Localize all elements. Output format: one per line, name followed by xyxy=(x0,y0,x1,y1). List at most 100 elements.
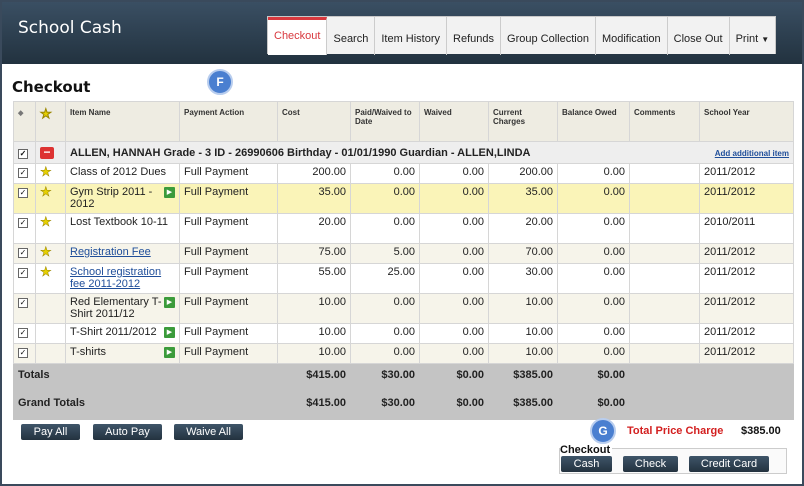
comments[interactable] xyxy=(629,213,700,244)
star-icon[interactable]: ★ xyxy=(40,244,52,259)
header-balance-owed[interactable]: Balance Owed xyxy=(557,101,630,142)
star-icon: ★ xyxy=(40,106,52,121)
row-checkbox[interactable]: ✓ xyxy=(18,298,28,308)
totals-row: Totals $415.00 $30.00 $0.00 $385.00 $0.0… xyxy=(13,363,794,386)
item-name-link[interactable]: School registration fee 2011-2012 xyxy=(70,266,161,290)
star-icon[interactable]: ★ xyxy=(40,164,52,179)
comments[interactable] xyxy=(629,263,700,294)
school-year: 2011/2012 xyxy=(699,243,794,264)
item-name: Class of 2012 Dues xyxy=(65,163,180,184)
grand-totals-filler xyxy=(629,385,794,420)
comments[interactable] xyxy=(629,243,700,264)
tab-search[interactable]: Search xyxy=(327,17,376,55)
callout-marker-f: F xyxy=(207,69,233,95)
row-checkbox[interactable]: ✓ xyxy=(18,328,28,338)
star-icon[interactable]: ★ xyxy=(40,264,52,279)
totals-label: Totals xyxy=(13,363,278,386)
waived: 0.00 xyxy=(419,243,489,264)
row-checkbox[interactable]: ✓ xyxy=(18,168,28,178)
tab-bar: Checkout Search Item History Refunds Gro… xyxy=(267,16,777,55)
expand-arrow-icon[interactable]: ▶ xyxy=(164,347,175,358)
comments[interactable] xyxy=(629,163,700,184)
expand-arrow-icon[interactable]: ▶ xyxy=(164,327,175,338)
comments[interactable] xyxy=(629,183,700,214)
school-year: 2011/2012 xyxy=(699,323,794,344)
check-button[interactable]: Check xyxy=(623,456,678,472)
top-bar: School Cash Checkout Search Item History… xyxy=(2,2,802,64)
balance-owed: 0.00 xyxy=(557,343,630,364)
row-checkbox[interactable]: ✓ xyxy=(18,218,28,228)
current-charges: 35.00 xyxy=(488,183,558,214)
row-checkbox[interactable]: ✓ xyxy=(18,188,28,198)
group-checkbox[interactable]: ✓ xyxy=(18,148,28,159)
comments[interactable] xyxy=(629,323,700,344)
star-icon[interactable]: ★ xyxy=(40,214,52,229)
cost: 10.00 xyxy=(277,343,351,364)
tab-item-history[interactable]: Item History xyxy=(375,17,448,55)
app-title: School Cash xyxy=(18,18,122,38)
tab-group-collection[interactable]: Group Collection xyxy=(501,17,596,55)
school-year: 2011/2012 xyxy=(699,163,794,184)
comments[interactable] xyxy=(629,343,700,364)
school-year: 2011/2012 xyxy=(699,343,794,364)
payment-action[interactable]: Full Payment xyxy=(179,323,278,344)
group-checkbox-cell: ✓ xyxy=(13,141,36,164)
row-checkbox[interactable]: ✓ xyxy=(18,348,28,358)
tab-print[interactable]: Print ▼ xyxy=(730,17,776,55)
row-checkbox[interactable]: ✓ xyxy=(18,248,28,258)
payment-action[interactable]: Full Payment xyxy=(179,213,278,244)
header-comments[interactable]: Comments xyxy=(629,101,700,142)
comments[interactable] xyxy=(629,293,700,324)
tab-close-out[interactable]: Close Out xyxy=(668,17,730,55)
item-name: Gym Strip 2011 - 2012 xyxy=(70,186,153,210)
expand-arrow-icon[interactable]: ▶ xyxy=(164,297,175,308)
item-name: Lost Textbook 10-11 xyxy=(65,213,180,244)
payment-action[interactable]: Full Payment xyxy=(179,263,278,294)
waive-all-button[interactable]: Waive All xyxy=(174,424,243,440)
checkout-panel-label: Checkout xyxy=(560,444,613,456)
payment-action[interactable]: Full Payment xyxy=(179,183,278,214)
item-name-cell: ▶ Gym Strip 2011 - 2012 xyxy=(65,183,180,214)
header-item-name[interactable]: Item Name xyxy=(65,101,180,142)
item-name-cell: ▶ Red Elementary T-Shirt 2011/12 xyxy=(65,293,180,324)
add-additional-item-link[interactable]: Add additional item xyxy=(715,149,789,158)
waived: 0.00 xyxy=(419,163,489,184)
payment-action[interactable]: Full Payment xyxy=(179,343,278,364)
waived: 0.00 xyxy=(419,293,489,324)
cash-button[interactable]: Cash xyxy=(561,456,612,472)
student-info-cell: ALLEN, HANNAH Grade - 3 ID - 26990606 Bi… xyxy=(65,141,794,164)
row-star-cell xyxy=(35,323,66,344)
pay-all-button[interactable]: Pay All xyxy=(21,424,80,440)
payment-action[interactable]: Full Payment xyxy=(179,243,278,264)
header-waived[interactable]: Waived xyxy=(419,101,489,142)
item-name-link[interactable]: Registration Fee xyxy=(70,246,151,258)
expand-arrow-icon[interactable]: ▶ xyxy=(164,187,175,198)
cost: 200.00 xyxy=(277,163,351,184)
row-checkbox-cell: ✓ xyxy=(13,163,36,184)
cost: 55.00 xyxy=(277,263,351,294)
balance-owed: 0.00 xyxy=(557,243,630,264)
auto-pay-button[interactable]: Auto Pay xyxy=(93,424,162,440)
tab-refunds[interactable]: Refunds xyxy=(447,17,502,55)
header-current-charges[interactable]: Current Charges xyxy=(488,101,558,142)
payment-action[interactable]: Full Payment xyxy=(179,163,278,184)
paid-to-date: 0.00 xyxy=(350,163,420,184)
waived: 0.00 xyxy=(419,343,489,364)
header-cost[interactable]: Cost xyxy=(277,101,351,142)
payment-action[interactable]: Full Payment xyxy=(179,293,278,324)
header-paid-waived[interactable]: Paid/Waived to Date xyxy=(350,101,420,142)
row-checkbox-cell: ✓ xyxy=(13,263,36,294)
collapse-icon[interactable]: − xyxy=(40,146,54,159)
grand-totals-row: Grand Totals $415.00 $30.00 $0.00 $385.0… xyxy=(13,385,794,420)
paid-to-date: 5.00 xyxy=(350,243,420,264)
paid-to-date: 0.00 xyxy=(350,343,420,364)
star-icon[interactable]: ★ xyxy=(40,184,52,199)
tab-modification[interactable]: Modification xyxy=(596,17,668,55)
waived: 0.00 xyxy=(419,323,489,344)
header-payment-action[interactable]: Payment Action xyxy=(179,101,278,142)
header-school-year[interactable]: School Year xyxy=(699,101,794,142)
credit-card-button[interactable]: Credit Card xyxy=(689,456,769,472)
cost: 20.00 xyxy=(277,213,351,244)
tab-checkout[interactable]: Checkout xyxy=(268,17,328,55)
row-checkbox[interactable]: ✓ xyxy=(18,268,28,278)
